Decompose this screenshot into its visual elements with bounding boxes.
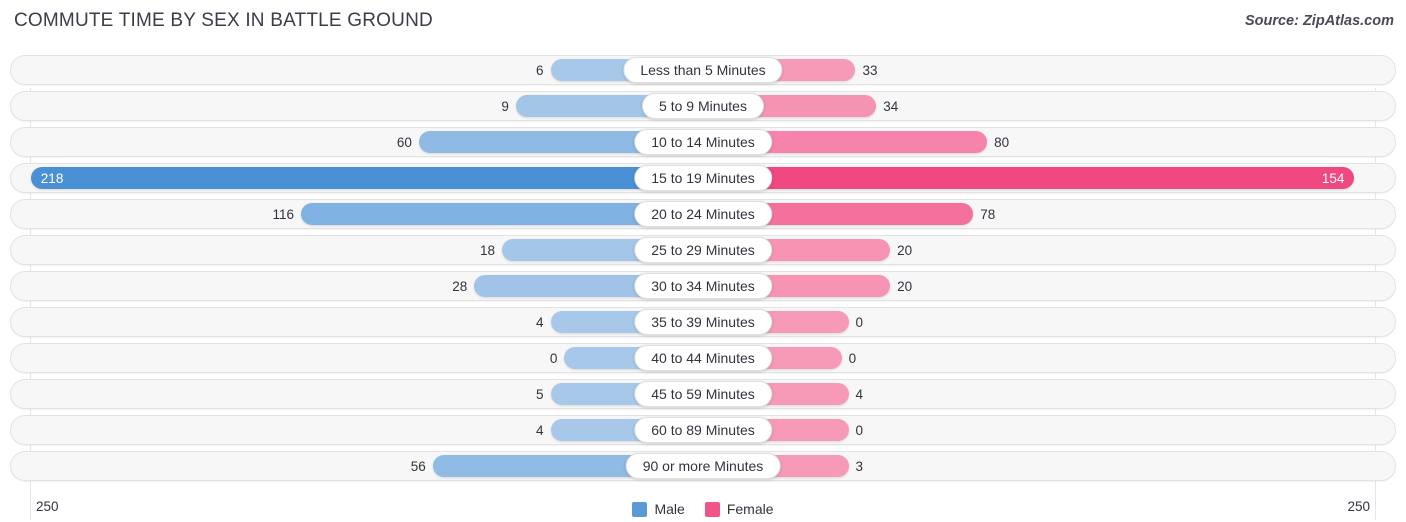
chart-row[interactable]: 0 0 40 to 44 Minutes bbox=[10, 340, 1396, 376]
category-label: 25 to 29 Minutes bbox=[634, 237, 772, 263]
male-value: 218 bbox=[40, 170, 64, 186]
chart-row[interactable]: 18 20 25 to 29 Minutes bbox=[10, 232, 1396, 268]
legend-item[interactable]: Male bbox=[632, 501, 685, 517]
chart-row[interactable]: 28 20 30 to 34 Minutes bbox=[10, 268, 1396, 304]
female-value: 33 bbox=[862, 62, 878, 78]
female-bar[interactable]: 154 bbox=[703, 167, 1355, 189]
female-value: 34 bbox=[883, 98, 899, 114]
category-label: 40 to 44 Minutes bbox=[634, 345, 772, 371]
category-label: 35 to 39 Minutes bbox=[634, 309, 772, 335]
male-value: 4 bbox=[536, 422, 544, 438]
chart-container: COMMUTE TIME BY SEX IN BATTLE GROUND Sou… bbox=[0, 0, 1406, 522]
male-value: 28 bbox=[452, 278, 468, 294]
category-label: 10 to 14 Minutes bbox=[634, 129, 772, 155]
female-value: 0 bbox=[855, 422, 864, 438]
female-value: 20 bbox=[897, 278, 913, 294]
female-value: 20 bbox=[897, 242, 913, 258]
legend-label: Female bbox=[726, 501, 774, 517]
female-value: 0 bbox=[848, 350, 857, 366]
male-value: 4 bbox=[536, 314, 544, 330]
male-value: 9 bbox=[501, 98, 509, 114]
female-value: 0 bbox=[855, 314, 864, 330]
source-attribution: Source: ZipAtlas.com bbox=[1244, 13, 1394, 29]
bars-area: 6 33 Less than 5 Minutes 9 34 5 to 9 Minutes 6… bbox=[10, 52, 1396, 484]
legend: Male Female bbox=[0, 501, 1406, 517]
chart-row[interactable]: 56 3 90 or more Minutes bbox=[10, 448, 1396, 484]
female-value: 80 bbox=[994, 134, 1010, 150]
chart-row[interactable]: 218 154 15 to 19 Minutes bbox=[10, 160, 1396, 196]
legend-swatch-icon bbox=[704, 501, 720, 517]
female-value: 78 bbox=[980, 206, 996, 222]
category-label: Less than 5 Minutes bbox=[623, 57, 783, 83]
category-label: 5 to 9 Minutes bbox=[642, 93, 764, 119]
category-label: 60 to 89 Minutes bbox=[634, 417, 772, 443]
chart-row[interactable]: 116 78 20 to 24 Minutes bbox=[10, 196, 1396, 232]
category-label: 15 to 19 Minutes bbox=[634, 165, 772, 191]
chart-row[interactable]: 9 34 5 to 9 Minutes bbox=[10, 88, 1396, 124]
male-value: 6 bbox=[536, 62, 544, 78]
female-value: 4 bbox=[855, 386, 864, 402]
male-value: 56 bbox=[410, 458, 426, 474]
female-value: 154 bbox=[1321, 170, 1345, 186]
legend-label: Male bbox=[654, 501, 685, 517]
legend-swatch-icon bbox=[632, 501, 648, 517]
legend-item[interactable]: Female bbox=[704, 501, 774, 517]
chart-row[interactable]: 4 0 35 to 39 Minutes bbox=[10, 304, 1396, 340]
category-label: 30 to 34 Minutes bbox=[634, 273, 772, 299]
category-label: 45 to 59 Minutes bbox=[634, 381, 772, 407]
male-value: 0 bbox=[549, 350, 558, 366]
page-title: COMMUTE TIME BY SEX IN BATTLE GROUND bbox=[14, 10, 433, 31]
male-bar[interactable]: 218 bbox=[30, 167, 703, 189]
category-label: 20 to 24 Minutes bbox=[634, 201, 772, 227]
category-label: 90 or more Minutes bbox=[625, 453, 781, 479]
female-value: 3 bbox=[855, 458, 864, 474]
male-value: 5 bbox=[536, 386, 544, 402]
chart-row[interactable]: 60 80 10 to 14 Minutes bbox=[10, 124, 1396, 160]
chart-row[interactable]: 6 33 Less than 5 Minutes bbox=[10, 52, 1396, 88]
male-value: 60 bbox=[396, 134, 412, 150]
chart-row[interactable]: 5 4 45 to 59 Minutes bbox=[10, 376, 1396, 412]
chart-row[interactable]: 4 0 60 to 89 Minutes bbox=[10, 412, 1396, 448]
male-value: 18 bbox=[480, 242, 496, 258]
male-value: 116 bbox=[272, 206, 295, 222]
